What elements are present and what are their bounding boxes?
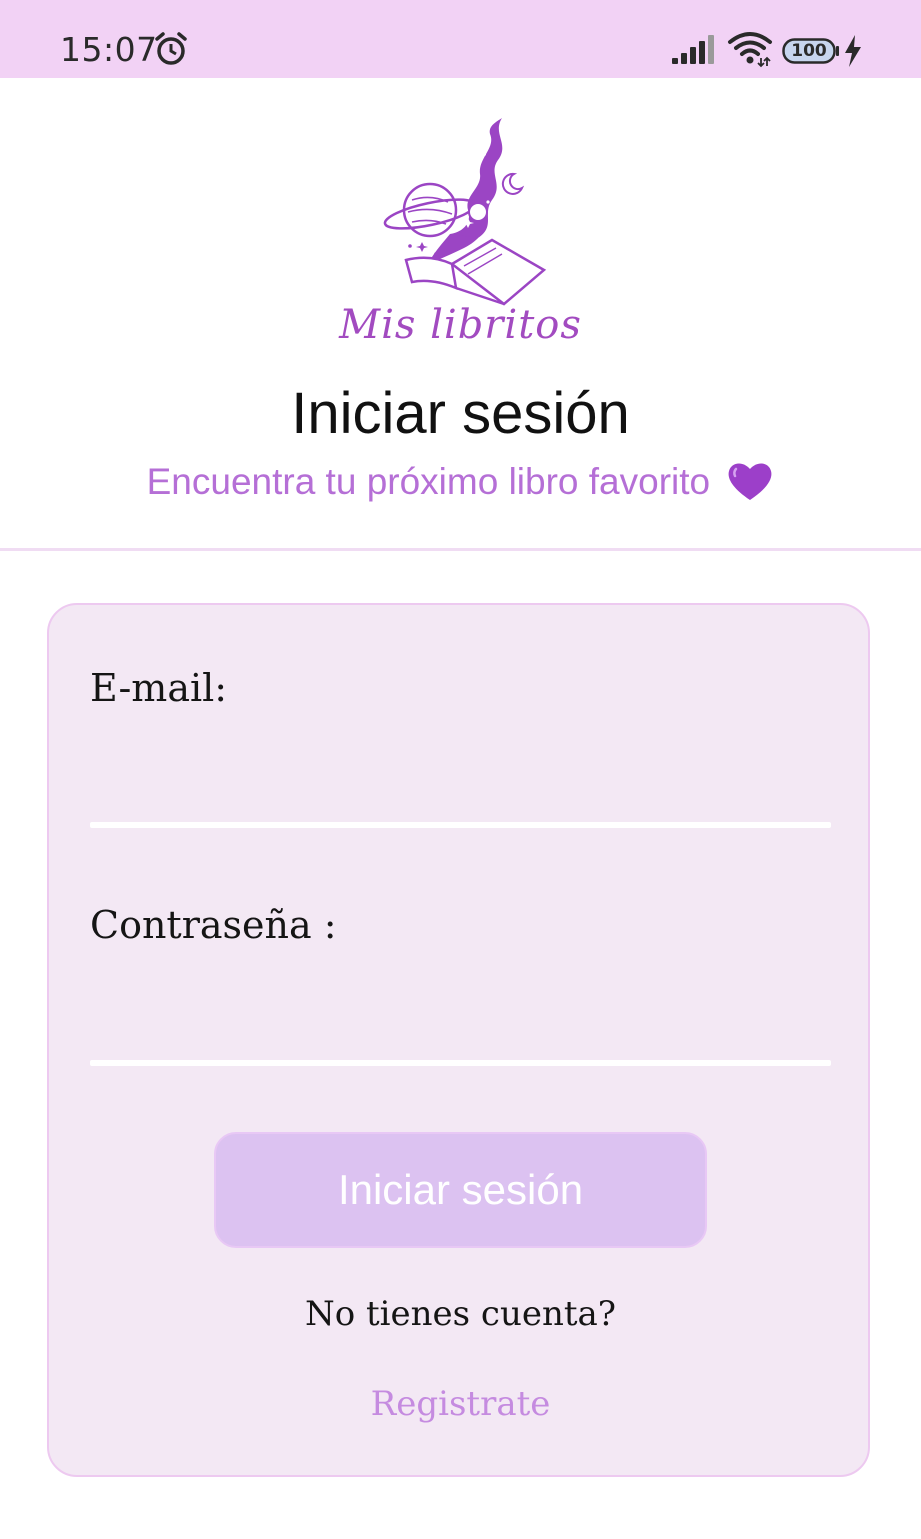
register-link[interactable]: Registrate	[0, 1384, 921, 1424]
login-button[interactable]: Iniciar sesión	[214, 1132, 707, 1248]
logo-wordmark: Mis libritos	[339, 302, 582, 348]
page-subtitle: Encuentra tu próximo libro favorito	[0, 460, 921, 503]
email-underline	[90, 822, 831, 828]
charging-icon	[845, 35, 861, 67]
logo-illustration	[383, 118, 547, 306]
wifi-icon	[728, 32, 772, 68]
password-input[interactable]	[90, 1000, 831, 1060]
password-label: Contraseña :	[90, 903, 337, 947]
status-bar: 15:07 100	[0, 0, 921, 78]
password-underline	[90, 1060, 831, 1066]
battery-level: 100	[791, 41, 827, 61]
page-subtitle-text: Encuentra tu próximo libro favorito	[146, 461, 711, 502]
status-time: 15:07	[60, 30, 158, 69]
alarm-icon	[155, 32, 187, 65]
purple-heart-icon	[728, 463, 772, 500]
email-input[interactable]	[90, 762, 831, 822]
no-account-text: No tienes cuenta?	[304, 1294, 617, 1334]
signal-icon	[672, 35, 714, 64]
header-divider	[0, 548, 921, 551]
page-title: Iniciar sesión	[291, 381, 630, 446]
email-label: E-mail:	[90, 666, 228, 710]
